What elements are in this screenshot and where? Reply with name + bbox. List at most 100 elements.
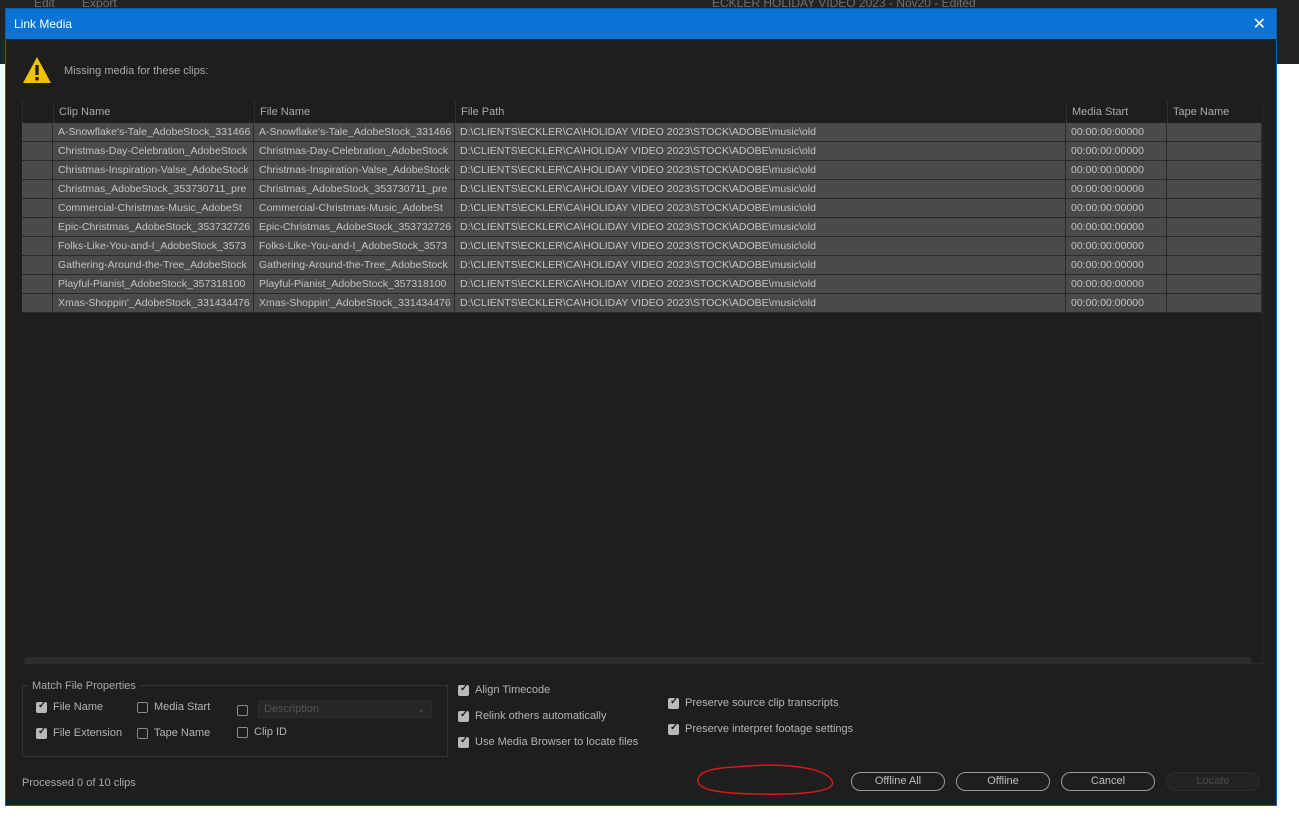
table-row[interactable]: Gathering-Around-the-Tree_AdobeStock Gath… (22, 256, 1262, 275)
row-select-cell (22, 180, 53, 198)
checkbox-label: File Name (53, 701, 104, 713)
chevron-down-icon: ⌄ (417, 704, 425, 714)
tape-name-cell (1167, 180, 1262, 198)
media-start-cell: 00:00:00:00000 (1066, 294, 1167, 312)
table-row[interactable]: Commercial-Christmas-Music_AdobeSt Commer… (22, 199, 1262, 218)
file-path-cell: D:\CLIENTS\ECKLER\CA\HOLIDAY VIDEO 2023\… (455, 142, 1066, 160)
clip-name-cell: Gathering-Around-the-Tree_AdobeStock (53, 256, 254, 274)
checkbox-box[interactable] (237, 705, 248, 716)
close-icon[interactable]: ✕ (1253, 14, 1266, 34)
clip-name-cell: Playful-Pianist_AdobeStock_357318100 (53, 275, 254, 293)
file-path-cell: D:\CLIENTS\ECKLER\CA\HOLIDAY VIDEO 2023\… (455, 237, 1066, 255)
column-header-media-start[interactable]: Media Start (1066, 101, 1167, 123)
clip-id-checkbox[interactable]: Clip ID (237, 726, 287, 738)
checkbox-box[interactable] (668, 696, 679, 709)
cancel-button[interactable]: Cancel (1061, 772, 1155, 791)
match-file-properties-legend: Match File Properties (28, 680, 140, 692)
checkbox-box[interactable] (668, 722, 679, 735)
media-start-cell: 00:00:00:00000 (1066, 142, 1167, 160)
checkbox-label: Preserve source clip transcripts (685, 697, 839, 709)
media-start-cell: 00:00:00:00000 (1066, 237, 1167, 255)
red-annotation-circle (697, 764, 834, 795)
table-row[interactable]: Folks-Like-You-and-I_AdobeStock_3573 Folk… (22, 237, 1262, 256)
file-path-cell: D:\CLIENTS\ECKLER\CA\HOLIDAY VIDEO 2023\… (455, 180, 1066, 198)
column-header-file-path[interactable]: File Path (455, 101, 1066, 123)
file-name-cell: Xmas-Shoppin'_AdobeStock_331434476 (254, 294, 455, 312)
description-checkbox[interactable] (237, 705, 254, 716)
file-name-cell: Christmas_AdobeStock_353730711_pre (254, 180, 455, 198)
table-header: Clip Name File Name File Path Media Star… (22, 101, 1262, 123)
file-extension-checkbox[interactable]: File Extension (36, 726, 123, 739)
table-row[interactable]: Xmas-Shoppin'_AdobeStock_331434476 Xmas-S… (22, 294, 1262, 313)
table-row[interactable]: Epic-Christmas_AdobeStock_353732726 Epic-… (22, 218, 1262, 237)
column-header-clip-name[interactable]: Clip Name (53, 101, 254, 123)
checkbox-box[interactable] (137, 727, 148, 739)
file-name-cell: A-Snowflake's-Tale_AdobeStock_331466 (254, 123, 455, 141)
checkbox-box[interactable] (458, 683, 469, 696)
media-start-cell: 00:00:00:00000 (1066, 180, 1167, 198)
clip-name-cell: Epic-Christmas_AdobeStock_353732726 (53, 218, 254, 236)
table-row[interactable]: Playful-Pianist_AdobeStock_357318100 Play… (22, 275, 1262, 294)
table-row[interactable]: A-Snowflake's-Tale_AdobeStock_331466 A-Sn… (22, 123, 1262, 142)
clips-table: Clip Name File Name File Path Media Star… (22, 101, 1263, 664)
offline-button[interactable]: Offline (956, 772, 1050, 791)
clip-name-cell: Christmas_AdobeStock_353730711_pre (53, 180, 254, 198)
dialog-titlebar[interactable]: Link Media ✕ (6, 9, 1276, 39)
media-start-cell: 00:00:00:00000 (1066, 199, 1167, 217)
checkbox-label: File Extension (53, 727, 123, 739)
description-dropdown[interactable]: Description ⌄ (258, 700, 432, 718)
column-header-file-name[interactable]: File Name (254, 101, 455, 123)
media-start-cell: 00:00:00:00000 (1066, 256, 1167, 274)
checkbox-label: Align Timecode (475, 684, 551, 696)
checkbox-box[interactable] (36, 726, 47, 739)
tape-name-cell (1167, 218, 1262, 236)
match-file-properties-group (22, 685, 448, 757)
file-name-cell: Christmas-Inspiration-Valse_AdobeStock (254, 161, 455, 179)
checkbox-box[interactable] (237, 726, 248, 738)
file-name-cell: Gathering-Around-the-Tree_AdobeStock (254, 256, 455, 274)
tape-name-cell (1167, 161, 1262, 179)
checkbox-box[interactable] (458, 735, 469, 748)
row-select-cell (22, 294, 53, 312)
tape-name-checkbox[interactable]: Tape Name (137, 727, 210, 739)
checkbox-box[interactable] (458, 709, 469, 722)
preserve-interpret-checkbox[interactable]: Preserve interpret footage settings (668, 722, 853, 735)
checkbox-box[interactable] (36, 700, 47, 713)
checkbox-label: Relink others automatically (475, 710, 607, 722)
link-media-dialog: Link Media ✕ Missing media for these cli… (5, 8, 1277, 806)
file-name-checkbox[interactable]: File Name (36, 700, 104, 713)
background-right-strip (1277, 64, 1299, 826)
media-start-cell: 00:00:00:00000 (1066, 218, 1167, 236)
column-header-tape-name[interactable]: Tape Name (1167, 101, 1262, 123)
preserve-transcripts-checkbox[interactable]: Preserve source clip transcripts (668, 696, 839, 709)
table-row[interactable]: Christmas-Day-Celebration_AdobeStock Chri… (22, 142, 1262, 161)
clip-name-cell: Xmas-Shoppin'_AdobeStock_331434476 (53, 294, 254, 312)
file-name-cell: Epic-Christmas_AdobeStock_353732726 (254, 218, 455, 236)
align-timecode-checkbox[interactable]: Align Timecode (458, 683, 551, 696)
checkbox-label: Clip ID (254, 726, 288, 738)
row-select-cell (22, 237, 53, 255)
relink-others-checkbox[interactable]: Relink others automatically (458, 709, 607, 722)
column-header-select[interactable] (22, 101, 53, 123)
media-browser-checkbox[interactable]: Use Media Browser to locate files (458, 735, 638, 748)
locate-button[interactable]: Locate (1166, 772, 1260, 791)
offline-all-button[interactable]: Offline All (851, 772, 945, 791)
row-select-cell (22, 199, 53, 217)
media-start-checkbox[interactable]: Media Start (137, 701, 210, 713)
warning-triangle-icon (23, 57, 51, 83)
table-row[interactable]: Christmas_AdobeStock_353730711_pre Christ… (22, 180, 1262, 199)
horizontal-scrollbar[interactable] (24, 657, 1252, 664)
table-row[interactable]: Christmas-Inspiration-Valse_AdobeStock Ch… (22, 161, 1262, 180)
file-path-cell: D:\CLIENTS\ECKLER\CA\HOLIDAY VIDEO 2023\… (455, 218, 1066, 236)
checkbox-label: Media Start (154, 701, 211, 713)
checkbox-label: Tape Name (154, 727, 211, 739)
row-select-cell (22, 256, 53, 274)
row-select-cell (22, 275, 53, 293)
media-start-cell: 00:00:00:00000 (1066, 123, 1167, 141)
media-start-cell: 00:00:00:00000 (1066, 275, 1167, 293)
tape-name-cell (1167, 275, 1262, 293)
file-path-cell: D:\CLIENTS\ECKLER\CA\HOLIDAY VIDEO 2023\… (455, 294, 1066, 312)
checkbox-box[interactable] (137, 701, 148, 713)
clip-name-cell: A-Snowflake's-Tale_AdobeStock_331466 (53, 123, 254, 141)
table-body: A-Snowflake's-Tale_AdobeStock_331466 A-Sn… (22, 123, 1262, 313)
